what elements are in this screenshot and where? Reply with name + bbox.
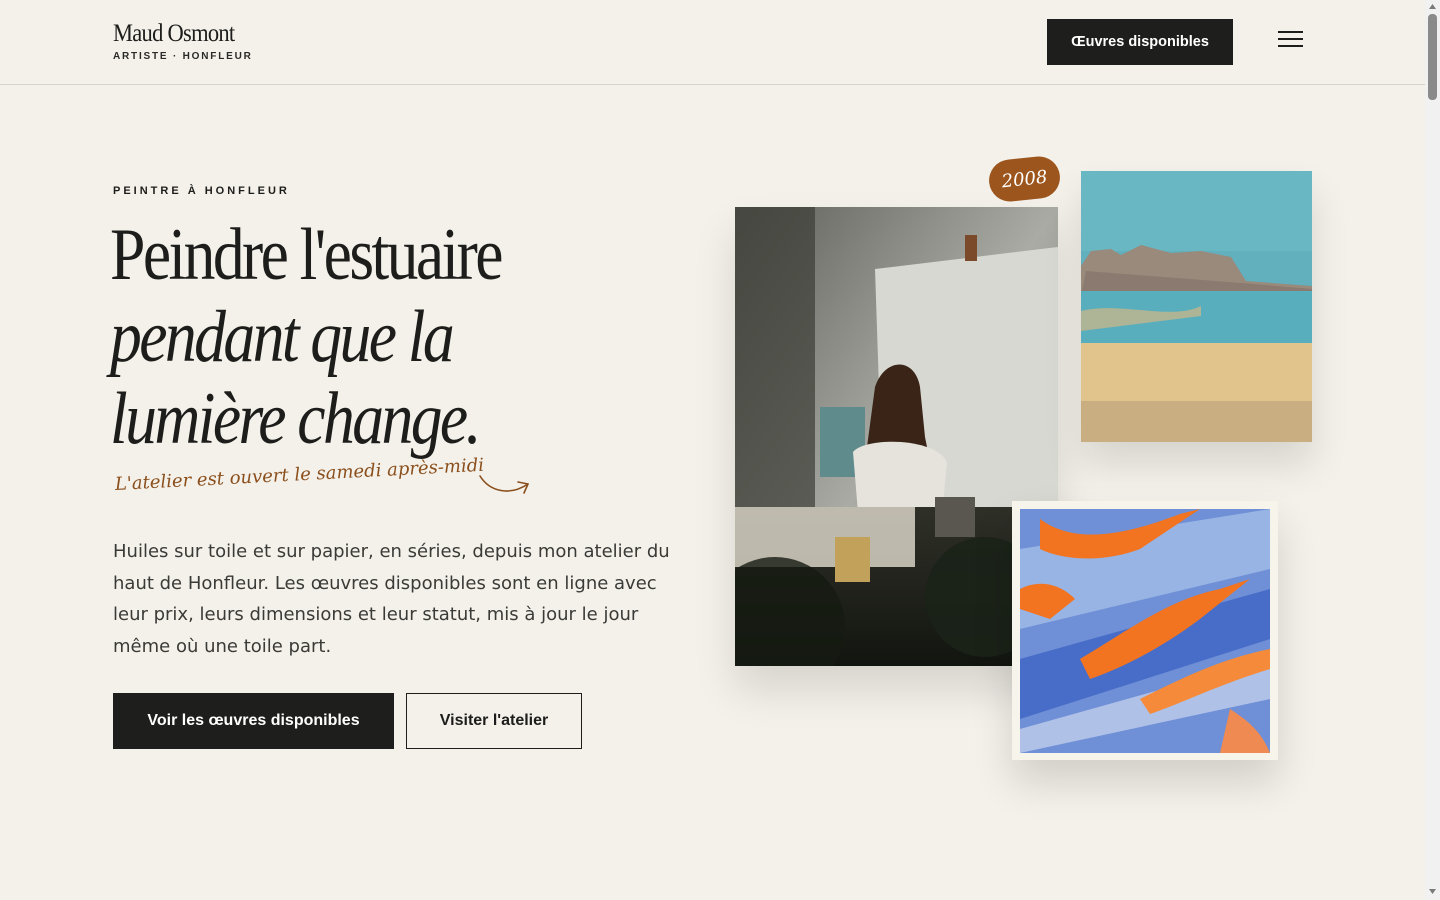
year-badge: 2008 [986,154,1063,204]
site-header: Maud Osmont ARTISTE · HONFLEUR Œuvres di… [0,0,1425,85]
brand-name: Maud Osmont [113,20,235,47]
page-scrollbar[interactable] [1425,0,1440,900]
brand-subtitle: ARTISTE · HONFLEUR [113,51,253,62]
headline-line-2: pendant que la [110,296,455,378]
scrollbar-thumb[interactable] [1428,14,1437,100]
atelier-hours-note: L'atelier est ouvert le samedi après-mid… [114,454,485,495]
visit-atelier-button[interactable]: Visiter l'atelier [406,693,582,749]
honfleur-port-painting [1081,171,1312,442]
brand-logo[interactable]: Maud Osmont ARTISTE · HONFLEUR [113,20,253,62]
hamburger-menu-icon[interactable] [1278,31,1304,51]
hero-headline: Peindre l'estuaire pendant que la lumièr… [110,214,710,460]
abstract-blue-orange-painting [1020,509,1270,753]
hero-eyebrow: PEINTRE À HONFLEUR [113,185,290,197]
atelier-photo [735,207,1058,666]
scroll-down-arrow-icon[interactable] [1428,887,1437,896]
headline-line-3: lumière change. [110,378,482,460]
page: Maud Osmont ARTISTE · HONFLEUR Œuvres di… [0,0,1425,900]
headline-line-1: Peindre l'estuaire [110,214,503,296]
header-available-works-button[interactable]: Œuvres disponibles [1047,19,1233,65]
abstract-painting-frame [1012,501,1278,760]
curved-arrow-icon [479,475,529,494]
scroll-up-arrow-icon[interactable] [1428,2,1437,11]
view-available-works-button[interactable]: Voir les œuvres disponibles [113,693,394,749]
hero-description: Huiles sur toile et sur papier, en série… [113,541,670,657]
